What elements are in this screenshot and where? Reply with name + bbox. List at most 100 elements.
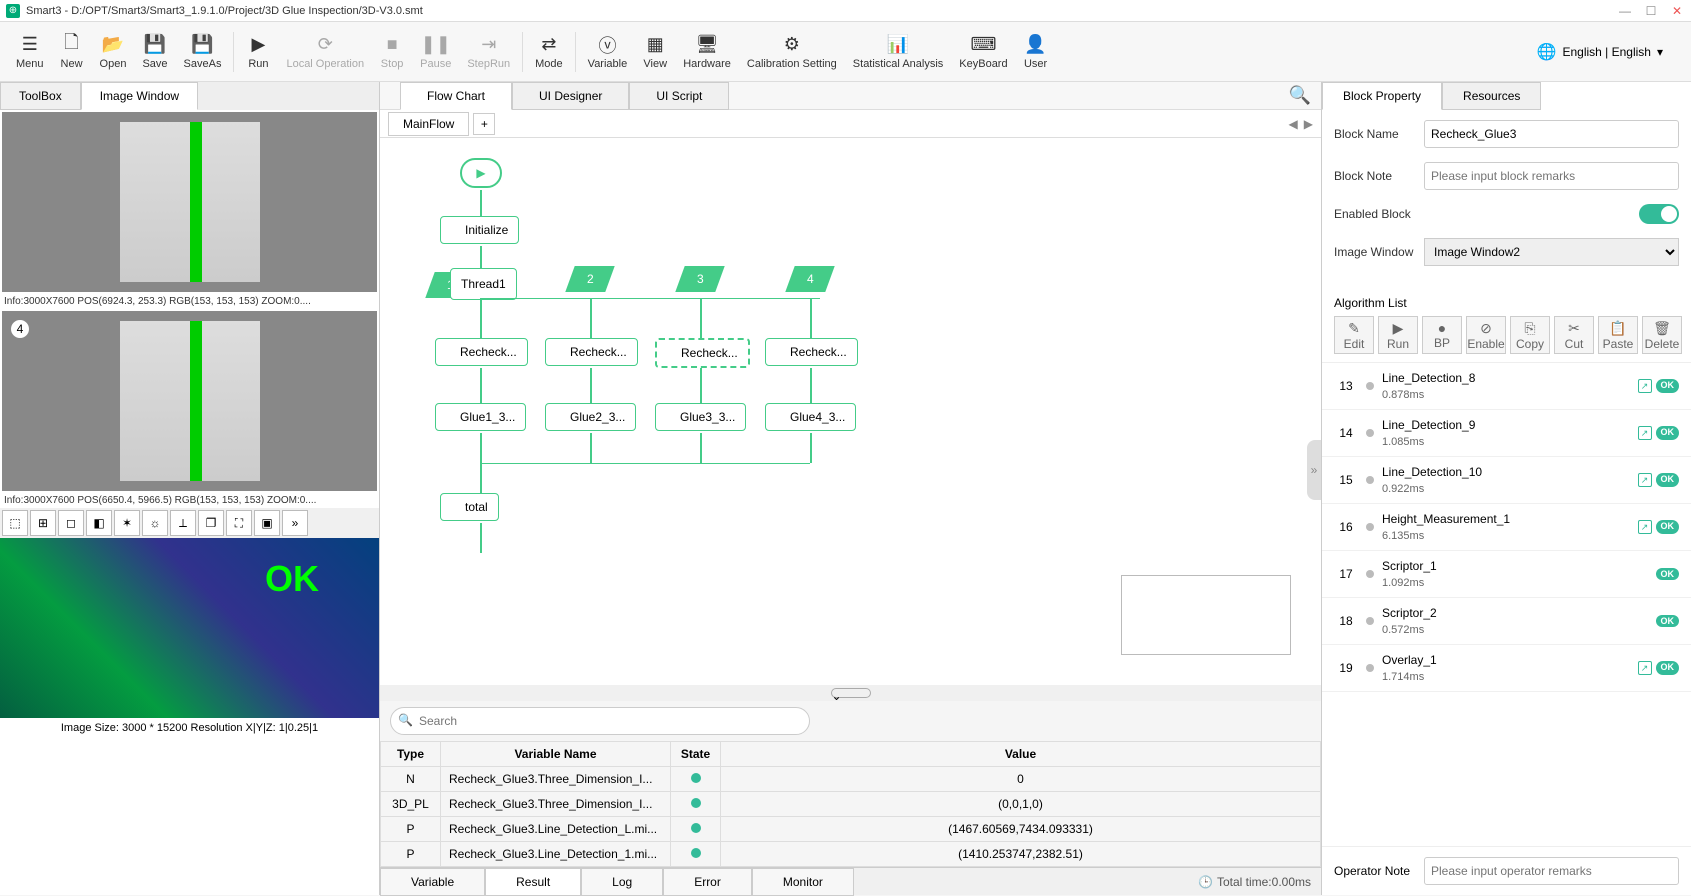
node-recheck-3[interactable]: Recheck... — [655, 338, 750, 368]
node-recheck-2[interactable]: Recheck... — [545, 338, 638, 366]
algo-paste[interactable]: 📋Paste — [1598, 316, 1638, 354]
image-thumbnail-2[interactable]: 4 — [2, 311, 377, 491]
tab-image-window[interactable]: Image Window — [81, 82, 198, 110]
mode-button[interactable]: ⇄Mode — [527, 30, 571, 74]
hardware-button[interactable]: 🖥Hardware — [675, 30, 739, 74]
view3d-btn-2[interactable]: ⊞ — [30, 510, 56, 536]
btab-variable[interactable]: Variable — [380, 868, 485, 896]
view3d-btn-10[interactable]: ▣ — [254, 510, 280, 536]
btab-error[interactable]: Error — [663, 868, 752, 896]
col-value[interactable]: Value — [721, 742, 1321, 767]
view3d-btn-7[interactable]: ⟂ — [170, 510, 196, 536]
minimap[interactable] — [1121, 575, 1291, 655]
algo-row[interactable]: 14Line_Detection_91.085ms↗OK — [1322, 410, 1691, 457]
btab-log[interactable]: Log — [581, 868, 663, 896]
flow-tab-main[interactable]: MainFlow — [388, 112, 469, 136]
variable-search-input[interactable] — [390, 707, 810, 735]
view3d-btn-1[interactable]: ⬚ — [2, 510, 28, 536]
flow-next[interactable]: ▶ — [1304, 117, 1313, 131]
tab-flowchart[interactable]: Flow Chart — [400, 82, 512, 110]
algo-run[interactable]: ▶Run — [1378, 316, 1418, 354]
view3d-more[interactable]: » — [282, 510, 308, 536]
search-icon[interactable]: 🔍 — [1289, 85, 1311, 106]
new-button[interactable]: 🗋New — [52, 30, 92, 74]
view3d-btn-3[interactable]: ◻ — [58, 510, 84, 536]
imgwin-select[interactable]: Image Window2 — [1424, 238, 1679, 266]
add-flow-button[interactable]: + — [473, 113, 495, 135]
algo-delete[interactable]: 🗑Delete — [1642, 316, 1682, 354]
blocknote-input[interactable] — [1424, 162, 1679, 190]
table-row[interactable]: 3D_PLRecheck_Glue3.Three_Dimension_I...(… — [381, 792, 1321, 817]
tab-resources[interactable]: Resources — [1442, 82, 1541, 110]
variable-button[interactable]: ⓥVariable — [580, 30, 636, 74]
run-button[interactable]: ▶Run — [238, 30, 278, 74]
table-row[interactable]: PRecheck_Glue3.Line_Detection_L.mi...(14… — [381, 817, 1321, 842]
table-row[interactable]: PRecheck_Glue3.Line_Detection_1.mi...(14… — [381, 842, 1321, 867]
node-total[interactable]: total — [440, 493, 499, 521]
minimize-button[interactable]: — — [1617, 4, 1633, 18]
user-button[interactable]: 👤User — [1016, 30, 1056, 74]
node-glue-2[interactable]: Glue2_3... — [545, 403, 636, 431]
maximize-button[interactable]: ☐ — [1643, 4, 1659, 18]
tab-uiscript[interactable]: UI Script — [629, 82, 729, 110]
node-thread1[interactable]: Thread1 — [450, 268, 517, 300]
menu-button[interactable]: ☰Menu — [8, 30, 52, 74]
view3d-viewport[interactable]: OK — [0, 538, 379, 718]
node-glue-3[interactable]: Glue3_3... — [655, 403, 746, 431]
algo-row[interactable]: 16Height_Measurement_16.135ms↗OK — [1322, 504, 1691, 551]
calibration-button[interactable]: ⚙Calibration Setting — [739, 30, 845, 74]
stat-button[interactable]: 📊Statistical Analysis — [845, 30, 951, 74]
col-state[interactable]: State — [671, 742, 721, 767]
col-name[interactable]: Variable Name — [441, 742, 671, 767]
user-icon: 👤 — [1025, 34, 1047, 56]
total-time: 🕒Total time:0.00ms — [1198, 875, 1321, 889]
branch-4[interactable]: 4 — [785, 266, 834, 292]
algo-enable[interactable]: ⊘Enable — [1466, 316, 1506, 354]
algo-row[interactable]: 17Scriptor_11.092msOK — [1322, 551, 1691, 598]
col-type[interactable]: Type — [381, 742, 441, 767]
flow-prev[interactable]: ◀ — [1289, 117, 1298, 131]
algo-copy[interactable]: ⎘Copy — [1510, 316, 1550, 354]
view3d-btn-9[interactable]: ⛶ — [226, 510, 252, 536]
image-thumbnail-1[interactable] — [2, 112, 377, 292]
algo-edit[interactable]: ✎Edit — [1334, 316, 1374, 354]
flow-canvas[interactable]: ▶ Initialize 1 Thread1 2 3 4 Recheck... … — [380, 138, 1321, 685]
blockname-input[interactable] — [1424, 120, 1679, 148]
algo-row[interactable]: 19Overlay_11.714ms↗OK — [1322, 645, 1691, 692]
view3d-btn-6[interactable]: ☼ — [142, 510, 168, 536]
right-collapser[interactable]: » — [1307, 440, 1321, 500]
language-selector[interactable]: 🌐 English | English ▾ — [1537, 42, 1683, 62]
view3d-btn-8[interactable]: ❐ — [198, 510, 224, 536]
branch-3[interactable]: 3 — [675, 266, 724, 292]
open-button[interactable]: 📂Open — [92, 30, 135, 74]
algo-row[interactable]: 18Scriptor_20.572msOK — [1322, 598, 1691, 645]
algo-row[interactable]: 15Line_Detection_100.922ms↗OK — [1322, 457, 1691, 504]
node-glue-1[interactable]: Glue1_3... — [435, 403, 526, 431]
keyboard-button[interactable]: ⌨KeyBoard — [951, 30, 1015, 74]
tab-toolbox[interactable]: ToolBox — [0, 82, 81, 110]
saveas-button[interactable]: 💾SaveAs — [176, 30, 230, 74]
algo-bp[interactable]: ●BP — [1422, 316, 1462, 354]
branch-2[interactable]: 2 — [565, 266, 614, 292]
algo-row[interactable]: 13Line_Detection_80.878ms↗OK — [1322, 363, 1691, 410]
table-row[interactable]: NRecheck_Glue3.Three_Dimension_I...0 — [381, 767, 1321, 792]
view-button[interactable]: ▦View — [635, 30, 675, 74]
node-recheck-1[interactable]: Recheck... — [435, 338, 528, 366]
node-recheck-4[interactable]: Recheck... — [765, 338, 858, 366]
algo-cut[interactable]: ✂Cut — [1554, 316, 1594, 354]
view3d-btn-5[interactable]: ✶ — [114, 510, 140, 536]
node-glue-4[interactable]: Glue4_3... — [765, 403, 856, 431]
btab-monitor[interactable]: Monitor — [752, 868, 854, 896]
mode-icon: ⇄ — [538, 34, 560, 56]
btab-result[interactable]: Result — [485, 868, 581, 896]
h-splitter[interactable]: ⌄ — [380, 685, 1321, 701]
enabled-toggle[interactable] — [1639, 204, 1679, 224]
view3d-btn-4[interactable]: ◧ — [86, 510, 112, 536]
close-button[interactable]: ✕ — [1669, 4, 1685, 18]
tab-block-property[interactable]: Block Property — [1322, 82, 1442, 110]
start-node[interactable]: ▶ — [460, 158, 502, 188]
save-button[interactable]: 💾Save — [134, 30, 175, 74]
node-initialize[interactable]: Initialize — [440, 216, 519, 244]
opnote-input[interactable] — [1424, 857, 1679, 885]
tab-uidesigner[interactable]: UI Designer — [512, 82, 629, 110]
